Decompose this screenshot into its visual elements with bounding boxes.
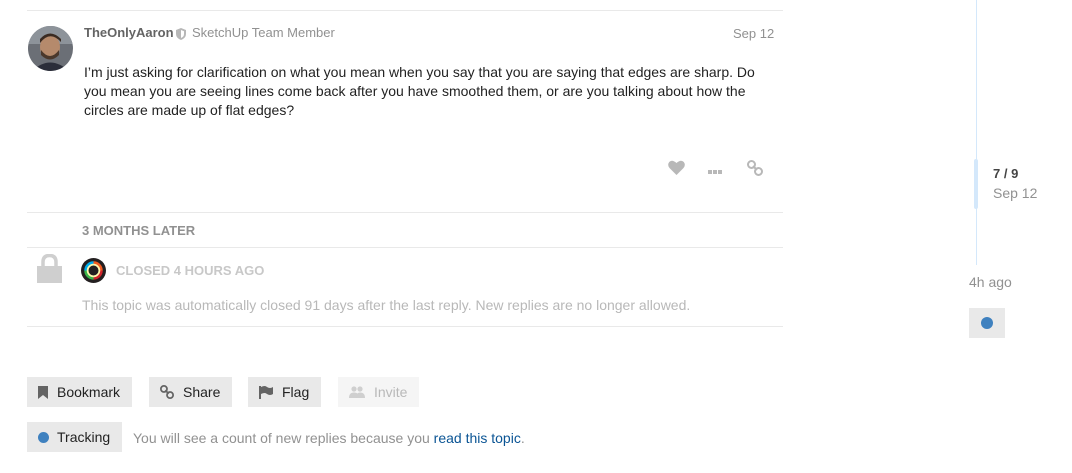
post-username[interactable]: TheOnlyAaron [84,25,174,40]
user-avatar[interactable] [28,26,73,71]
timeline-last-activity[interactable]: 4h ago [969,274,1012,290]
invite-button[interactable]: Invite [338,377,420,407]
closed-message: This topic was automatically closed 91 d… [82,297,691,313]
share-label: Share [183,384,221,400]
time-gap-label: 3 MONTHS LATER [82,223,196,238]
link-icon [160,385,174,399]
heart-icon [667,160,685,180]
notification-level-label: Tracking [57,429,111,445]
more-actions-button[interactable] [705,160,725,180]
closed-label: CLOSED 4 HOURS AGO [116,263,265,278]
share-button[interactable]: Share [149,377,233,407]
timeline-track[interactable] [976,0,977,265]
notification-reason-end: . [520,430,525,446]
link-icon [747,159,763,181]
like-button[interactable] [666,160,686,180]
tracking-dot-icon [981,317,993,329]
lock-icon [37,253,62,289]
system-avatar[interactable] [81,258,106,283]
notification-reason: You will see a count of new replies beca… [133,430,525,446]
bookmark-icon [38,385,48,399]
post-divider-bottom [27,212,783,213]
flag-icon [259,385,273,399]
invite-label: Invite [374,384,408,400]
bookmark-label: Bookmark [57,384,121,400]
closed-divider [27,326,783,327]
notification-level-button[interactable]: Tracking [27,422,123,452]
share-post-button[interactable] [745,159,765,181]
post-body: I’m just asking for clarification on wha… [84,64,755,118]
ellipsis-icon [708,161,722,179]
tracking-dot-icon [38,431,49,443]
user-title: SketchUp Team Member [192,25,335,40]
bookmark-button[interactable]: Bookmark [27,377,133,407]
timeline-handle[interactable] [974,159,978,209]
flag-label: Flag [282,384,310,400]
post-divider-top [27,10,783,11]
post-date[interactable]: Sep 12 [733,26,774,41]
shield-icon [176,27,186,45]
flag-button[interactable]: Flag [248,377,322,407]
read-topic-link[interactable]: read this topic [434,430,521,446]
timeline-position: 7 / 9 [993,166,1019,181]
notification-reason-text: You will see a count of new replies beca… [133,430,434,446]
timeline-notification-button[interactable] [969,308,1005,338]
timeline-date: Sep 12 [993,185,1038,201]
time-gap-divider [27,247,783,248]
users-icon [349,385,365,399]
